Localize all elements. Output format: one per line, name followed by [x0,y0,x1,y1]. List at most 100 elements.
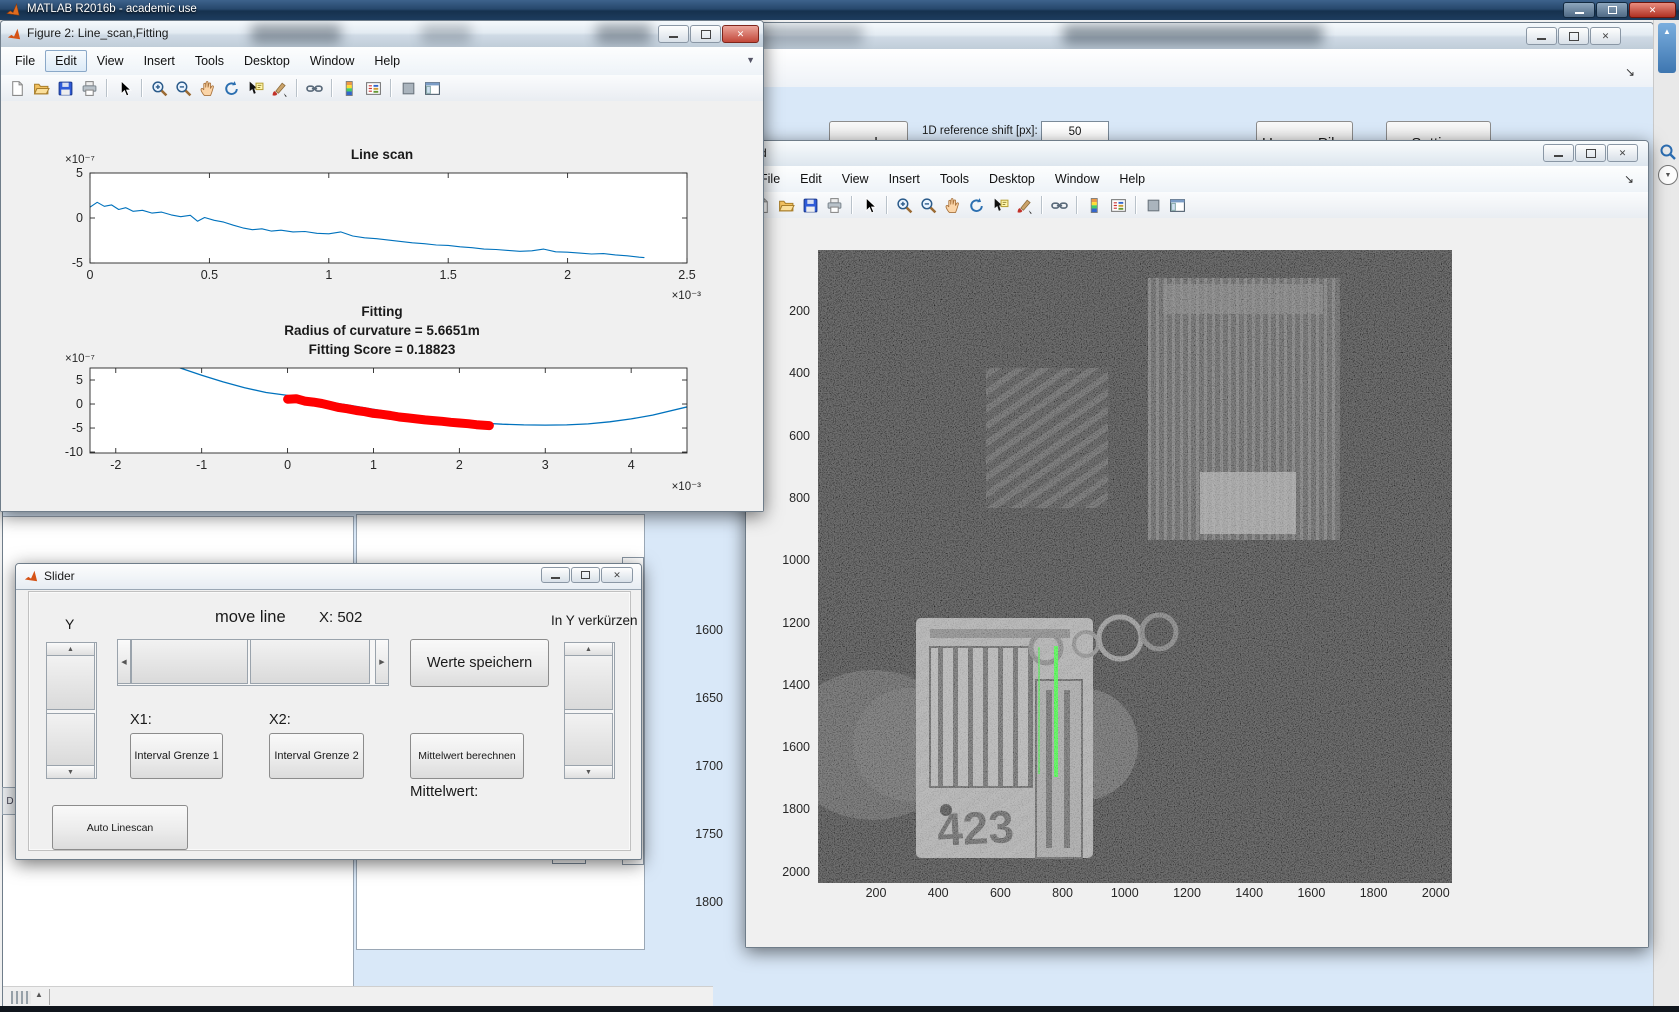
image-y-tick-label: 600 [789,428,810,443]
maximize-button[interactable] [1575,144,1606,162]
interval-grenze-1-label: Interval Grenze 1 [134,750,219,762]
auto-linescan-button[interactable]: Auto Linescan [52,805,188,850]
zoom-out-icon[interactable] [172,77,194,99]
menu-tools[interactable]: Tools [930,168,979,190]
werte-speichern-button[interactable]: Werte speichern [410,639,549,687]
save-icon[interactable] [54,77,76,99]
pan-hand-icon[interactable] [196,77,218,99]
new-document-icon[interactable] [6,77,28,99]
save-icon[interactable] [799,194,821,216]
speckle-image-axes[interactable]: 423 [785,250,1452,883]
menu-desktop[interactable]: Desktop [234,50,300,72]
slider-thumb[interactable] [46,713,95,766]
show-plot-tools-icon[interactable] [421,77,443,99]
link-plot-icon[interactable] [303,77,325,99]
rotate-3d-icon[interactable] [220,77,242,99]
menu-insert[interactable]: Insert [134,50,185,72]
interval-grenze-1-button[interactable]: Interval Grenze 1 [130,733,223,779]
menu-tools[interactable]: Tools [185,50,234,72]
search-icon[interactable] [1658,142,1678,162]
maximize-button[interactable] [571,567,600,583]
data-cursor-icon[interactable] [989,194,1011,216]
maximize-button[interactable] [690,25,721,43]
slider-thumb[interactable] [131,639,248,684]
pan-hand-icon[interactable] [941,194,963,216]
show-plot-tools-icon[interactable] [1166,194,1188,216]
close-button[interactable]: ✕ [722,25,759,43]
menu-view[interactable]: View [87,50,134,72]
menu-view[interactable]: View [832,168,879,190]
link-plot-icon[interactable] [1048,194,1070,216]
ref-shift-input[interactable] [1041,121,1109,142]
grip-icon[interactable] [11,991,31,1004]
minimize-button[interactable] [1563,2,1595,18]
slider-thumb[interactable] [46,655,95,710]
fitting-score-subtitle: Fitting Score = 0.18823 [308,342,456,357]
close-button[interactable]: ✕ [1590,27,1621,45]
slider-up-arrow[interactable]: ▲ [564,642,613,656]
slider-thumb[interactable] [564,655,613,710]
mittelwert-berechnen-button[interactable]: Mittelwert berechnen [410,733,524,779]
slider-thumb[interactable] [250,639,370,684]
close-button[interactable]: ✕ [601,567,633,583]
minimize-button[interactable] [541,567,570,583]
print-icon[interactable] [823,194,845,216]
menu-desktop[interactable]: Desktop [979,168,1045,190]
menu-file[interactable]: File [5,50,45,72]
maximize-button[interactable] [1558,27,1589,45]
x-tick-label: 2 [456,458,463,472]
print-icon[interactable] [78,77,100,99]
hide-plot-tools-icon[interactable] [1142,194,1164,216]
close-button[interactable]: ✕ [1607,144,1638,162]
slider-up-arrow[interactable]: ▲ [46,642,95,656]
zoom-in-icon[interactable] [148,77,170,99]
data-cursor-icon[interactable] [244,77,266,99]
arrow-cursor-icon[interactable] [858,194,880,216]
menu-help[interactable]: Help [1109,168,1155,190]
slider-window: Slider ✕ Y move line X: 502 In Y verkürz… [15,563,642,860]
rotate-3d-icon[interactable] [965,194,987,216]
grip-arrow-icon[interactable]: ▲ [35,990,43,999]
y-slider-left[interactable]: ▲ ▼ [46,642,97,779]
slider-down-arrow[interactable]: ▼ [564,765,613,779]
hide-plot-tools-icon[interactable] [397,77,419,99]
menu-window[interactable]: Window [1045,168,1109,190]
zoom-in-icon[interactable] [893,194,915,216]
dock-arrow-icon[interactable]: ↘ [1624,172,1634,186]
close-button[interactable]: ✕ [1629,2,1676,18]
brush-icon[interactable] [268,77,290,99]
insert-colorbar-icon[interactable] [338,77,360,99]
insert-legend-icon[interactable] [1107,194,1129,216]
minimize-button[interactable] [658,25,689,43]
minimize-button[interactable] [1526,27,1557,45]
menu-edit[interactable]: Edit [45,50,87,72]
slider-left-arrow[interactable]: ◀ [117,639,131,684]
slider-thumb[interactable] [564,713,613,766]
y-slider-right[interactable]: ▲ ▼ [564,642,615,779]
interval-grenze-2-button[interactable]: Interval Grenze 2 [269,733,364,779]
brush-icon[interactable] [1013,194,1035,216]
slider-right-arrow[interactable]: ▶ [375,639,389,684]
y-tick-label: 5 [76,373,83,387]
menu-help[interactable]: Help [364,50,410,72]
image-y-tick-label: 400 [789,366,810,381]
arrow-cursor-icon[interactable] [113,77,135,99]
open-folder-icon[interactable] [30,77,52,99]
menu-edit[interactable]: Edit [790,168,832,190]
move-line-slider[interactable]: ◀ ▶ [117,639,389,686]
toolstrip-collapse-tab[interactable]: ▲ [1658,23,1676,73]
fitting-radius-subtitle: Radius of curvature = 5.6651m [284,323,480,338]
insert-colorbar-icon[interactable] [1083,194,1105,216]
menu-insert[interactable]: Insert [879,168,930,190]
slider-down-arrow[interactable]: ▼ [46,765,95,779]
dock-arrow-icon[interactable]: ↘ [1625,65,1635,79]
menu-window[interactable]: Window [300,50,364,72]
restore-button[interactable] [1596,2,1628,18]
menu-overflow-icon[interactable]: ▼ [746,55,755,65]
zoom-out-icon[interactable] [917,194,939,216]
minimize-button[interactable] [1543,144,1574,162]
open-folder-icon[interactable] [775,194,797,216]
panel-dropdown-icon[interactable]: ▼ [1658,165,1678,185]
figure2-menubar: File Edit View Insert Tools Desktop Window Help [1,47,763,76]
insert-legend-icon[interactable] [362,77,384,99]
